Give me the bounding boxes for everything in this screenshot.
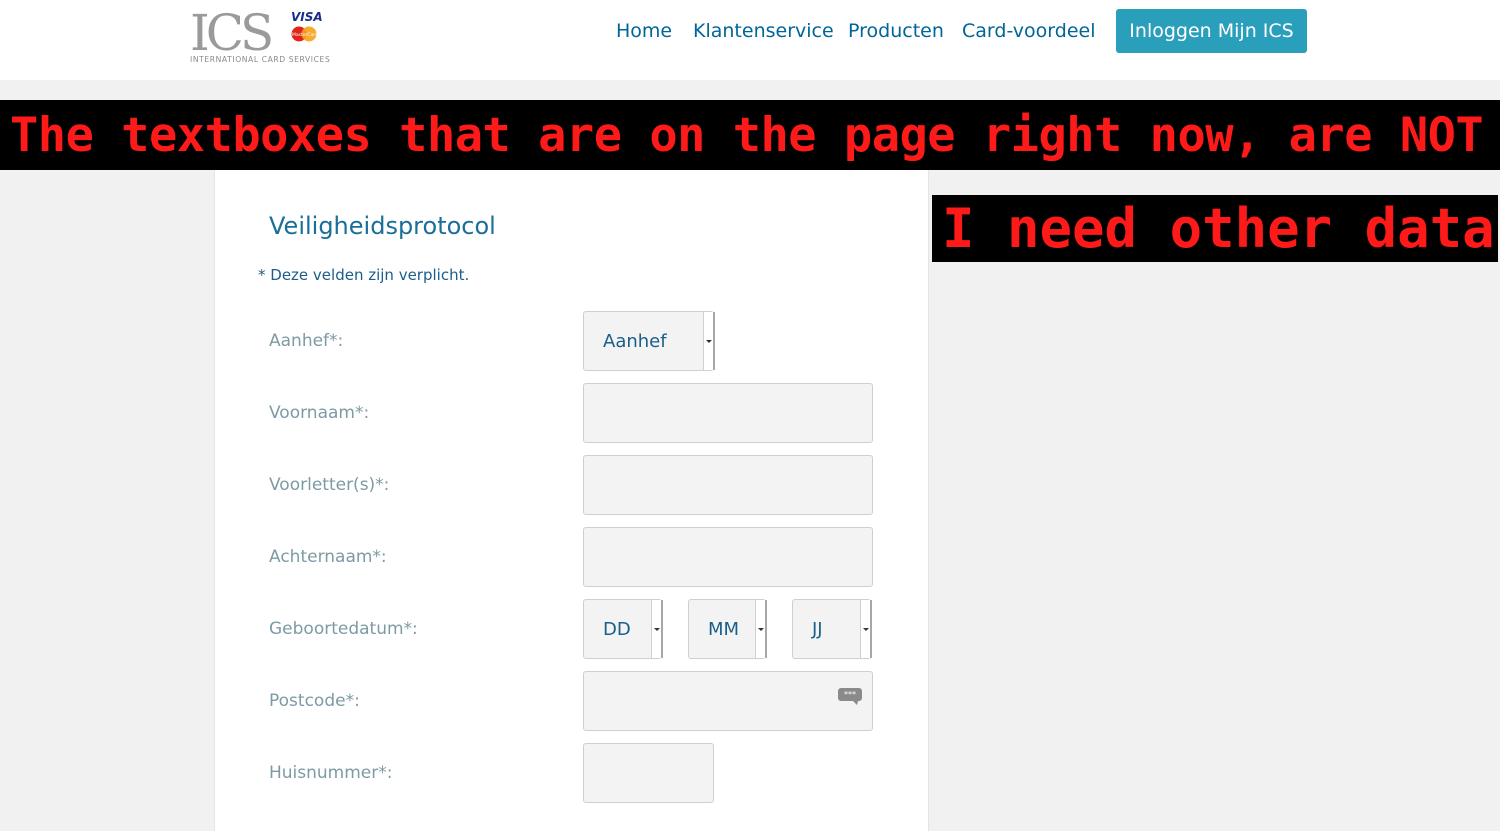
select-shadow: [661, 600, 663, 658]
label-geboortedatum: Geboortedatum*:: [269, 619, 418, 639]
label-achternaam: Achternaam*:: [269, 547, 387, 567]
postcode-input[interactable]: ***: [583, 671, 873, 731]
password-dots-icon[interactable]: ***: [838, 688, 862, 706]
nav-klantenservice[interactable]: Klantenservice: [693, 20, 834, 42]
required-note: * Deze velden zijn verplicht.: [258, 266, 470, 284]
select-shadow: [713, 312, 715, 370]
birth-year-value: JJ: [812, 618, 823, 640]
label-voornaam: Voornaam*:: [269, 403, 370, 423]
birth-year-select[interactable]: JJ: [792, 599, 872, 659]
birth-month-select[interactable]: MM: [688, 599, 767, 659]
birth-day-select[interactable]: DD: [583, 599, 663, 659]
select-shadow: [765, 600, 767, 658]
nav-home[interactable]: Home: [616, 20, 672, 42]
birth-month-value: MM: [708, 618, 740, 640]
huisnummer-input[interactable]: [583, 743, 714, 803]
label-huisnummer: Huisnummer*:: [269, 763, 393, 783]
form-title: Veiligheidsprotocol: [269, 212, 496, 240]
select-shadow: [870, 600, 872, 658]
achternaam-input[interactable]: [583, 527, 873, 587]
svg-text:***: ***: [844, 690, 856, 699]
chevron-down-icon[interactable]: [755, 600, 765, 658]
site-header: ICS VISA MasterCard INTERNATIONAL CARD S…: [0, 0, 1500, 80]
aanhef-select[interactable]: Aanhef: [583, 311, 715, 371]
warning-banner-side: I need other data.: [932, 195, 1498, 262]
chevron-down-icon[interactable]: [860, 600, 870, 658]
label-postcode: Postcode*:: [269, 691, 360, 711]
voorletters-input[interactable]: [583, 455, 873, 515]
warning-banner-top: The textboxes that are on the page right…: [0, 100, 1500, 170]
voornaam-input[interactable]: [583, 383, 873, 443]
ics-logo[interactable]: ICS VISA MasterCard INTERNATIONAL CARD S…: [190, 5, 330, 65]
svg-text:MasterCard: MasterCard: [292, 32, 318, 38]
svg-text:VISA: VISA: [291, 10, 323, 24]
chevron-down-icon[interactable]: [703, 312, 713, 370]
login-button[interactable]: Inloggen Mijn ICS: [1116, 9, 1307, 53]
label-aanhef: Aanhef*:: [269, 331, 344, 351]
svg-text:ICS: ICS: [190, 5, 271, 62]
aanhef-select-value: Aanhef: [603, 330, 667, 352]
svg-text:INTERNATIONAL CARD SERVICES: INTERNATIONAL CARD SERVICES: [190, 55, 330, 64]
label-voorletters: Voorletter(s)*:: [269, 475, 390, 495]
chevron-down-icon[interactable]: [651, 600, 661, 658]
nav-producten[interactable]: Producten: [848, 20, 944, 42]
birth-day-value: DD: [603, 618, 631, 640]
nav-card-voordeel[interactable]: Card-voordeel: [962, 20, 1095, 42]
